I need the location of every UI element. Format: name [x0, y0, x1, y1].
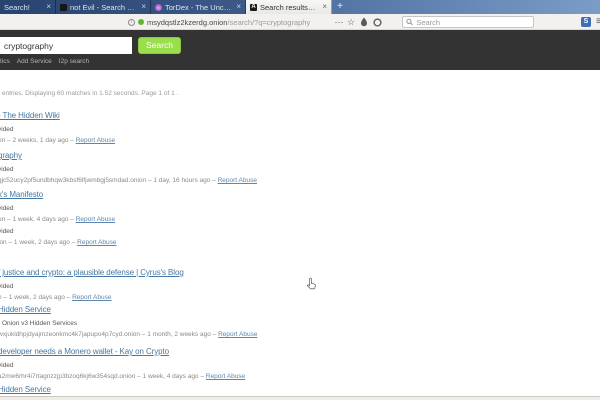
result-title-link[interactable]: Hidden Service: [0, 384, 558, 396]
result-title-link[interactable]: developer needs a Monero wallet - Kay on…: [0, 346, 558, 358]
tab-close-icon[interactable]: ×: [139, 3, 146, 11]
result-description: vided: [0, 204, 558, 213]
report-abuse-link[interactable]: Report Abuse: [218, 331, 257, 338]
tab-close-icon[interactable]: ×: [44, 3, 51, 11]
search-result: f justice and crypto: a plausible defens…: [0, 267, 558, 302]
search-result: vided ion – 1 week, 2 days ago – Report …: [0, 224, 558, 247]
result-meta: ion – 1 week, 2 days ago – Report Abuse: [0, 238, 558, 247]
result-address-age: on – 1 week, 4 days ago –: [0, 216, 76, 223]
browser-window: Search! × not Evil - Search Tor × TorDex…: [0, 0, 600, 400]
site-search-input[interactable]: [0, 37, 132, 54]
result-title-link[interactable]: k's Manifesto: [0, 189, 558, 201]
result-title-link[interactable]: graphy: [0, 150, 558, 162]
tab-close-icon[interactable]: ×: [234, 3, 241, 11]
result-description: r Onion v3 Hidden Services: [0, 319, 558, 328]
result-description: vided: [0, 125, 558, 134]
hamburger-menu-icon[interactable]: ≡: [596, 16, 600, 28]
url-bar[interactable]: i msydqstlz2kzerdg.onion/search/?q=crypt…: [128, 16, 328, 28]
tab-ahmia-active[interactable]: A Search results for cryptography ×: [246, 0, 332, 14]
tab-label: TorDex - The Uncensored Tor Se: [165, 3, 231, 12]
site-nav: tics Add Service I2p search: [0, 58, 89, 65]
nav-item-statistics[interactable]: tics: [0, 58, 10, 65]
result-description: vided: [0, 165, 558, 174]
result-meta: on – 2 weeks, 1 day ago – Report Abuse: [0, 136, 558, 145]
site-info-icon[interactable]: i: [128, 19, 135, 26]
result-meta: wxjukldhpjdyajmzeonkmc4k7japupo4p7cyd.on…: [0, 330, 558, 339]
search-result: k's Manifesto vided on – 1 week, 4 days …: [0, 189, 558, 224]
results-summary: r entries. Displaying 60 matches in 1.52…: [0, 90, 178, 97]
tab-label: Search!: [4, 3, 41, 12]
toolbar-search-box[interactable]: [402, 16, 534, 28]
page-actions-icon[interactable]: ⋯: [334, 15, 344, 29]
bookmark-star-icon[interactable]: ☆: [346, 15, 356, 29]
result-title-link[interactable]: Hidden Service: [0, 304, 558, 316]
tab-notevil[interactable]: not Evil - Search Tor ×: [56, 0, 151, 14]
tab-label: not Evil - Search Tor: [70, 3, 136, 12]
result-address-age: ion – 1 week, 2 days ago –: [0, 239, 77, 246]
noscript-circle-icon[interactable]: [372, 15, 382, 29]
nav-item-i2p-search[interactable]: I2p search: [59, 58, 89, 65]
report-abuse-link[interactable]: Report Abuse: [72, 294, 111, 301]
result-address-age: on – 2 weeks, 1 day ago –: [0, 137, 76, 144]
tab-label: Search results for cryptography: [260, 3, 317, 12]
horizontal-scrollbar[interactable]: [0, 396, 600, 400]
notevil-favicon-icon: [60, 4, 67, 11]
result-title-link[interactable]: - The Hidden Wiki: [0, 110, 558, 122]
site-header: Search tics Add Service I2p search: [0, 30, 600, 70]
onion-circuit-icon[interactable]: [138, 19, 144, 25]
tab-bar: Search! × not Evil - Search Tor × TorDex…: [0, 0, 600, 14]
search-result: developer needs a Monero wallet - Kay on…: [0, 346, 558, 381]
report-abuse-link[interactable]: Report Abuse: [76, 216, 115, 223]
noscript-button-icon[interactable]: S: [581, 17, 591, 27]
new-tab-button[interactable]: +: [332, 0, 348, 14]
result-meta: n – 1 week, 2 days ago – Report Abuse: [0, 293, 558, 302]
url-text[interactable]: msydqstlz2kzerdg.onion/search/?q=cryptog…: [147, 18, 310, 27]
nav-item-add-service[interactable]: Add Service: [17, 58, 52, 65]
result-description: vided: [0, 282, 558, 291]
result-meta: on – 1 week, 4 days ago – Report Abuse: [0, 215, 558, 224]
search-result: - The Hidden Wiki vided on – 2 weeks, 1 …: [0, 110, 558, 145]
result-address-age: gjc52ucy2pf5undbhqw3kbsf6lfjwmbgj5smdad.…: [0, 177, 218, 184]
search-result: Hidden Service r Onion v3 Hidden Service…: [0, 304, 558, 339]
navigation-toolbar: i msydqstlz2kzerdg.onion/search/?q=crypt…: [0, 14, 600, 30]
site-search-button[interactable]: Search: [138, 37, 181, 54]
report-abuse-link[interactable]: Report Abuse: [218, 177, 257, 184]
result-description: vided: [0, 361, 558, 370]
tordex-favicon-icon: [155, 4, 162, 11]
result-address-age: n – 1 week, 2 days ago –: [0, 294, 72, 301]
report-abuse-link[interactable]: Report Abuse: [77, 239, 116, 246]
toolbar-search-input[interactable]: [416, 18, 530, 27]
result-meta: gjc52ucy2pf5undbhqw3kbsf6lfjwmbgj5smdad.…: [0, 176, 558, 185]
report-abuse-link[interactable]: Report Abuse: [76, 137, 115, 144]
tab-tordex[interactable]: TorDex - The Uncensored Tor Se ×: [151, 0, 246, 14]
report-abuse-link[interactable]: Report Abuse: [206, 373, 245, 380]
result-description: vided: [0, 227, 558, 236]
ahmia-favicon-icon: A: [250, 4, 257, 11]
url-path: /search/?q=cryptography: [227, 18, 310, 27]
result-address-age: a2mw6rhr4i7rtagnzzjp3bzoq6kj6w354sqd.oni…: [0, 373, 206, 380]
result-title-link[interactable]: f justice and crypto: a plausible defens…: [0, 267, 558, 279]
search-icon: [406, 18, 413, 26]
tab-close-icon[interactable]: ×: [320, 3, 327, 11]
mouse-cursor-icon: [306, 277, 318, 291]
torbutton-icon[interactable]: [359, 15, 369, 29]
result-address-age: wxjukldhpjdyajmzeonkmc4k7japupo4p7cyd.on…: [0, 331, 218, 338]
search-result: graphy vided gjc52ucy2pf5undbhqw3kbsf6lf…: [0, 150, 558, 185]
url-domain: msydqstlz2kzerdg.onion: [147, 18, 227, 27]
result-meta: a2mw6rhr4i7rtagnzzjp3bzoq6kj6w354sqd.oni…: [0, 372, 558, 381]
tab-search[interactable]: Search! ×: [0, 0, 56, 14]
